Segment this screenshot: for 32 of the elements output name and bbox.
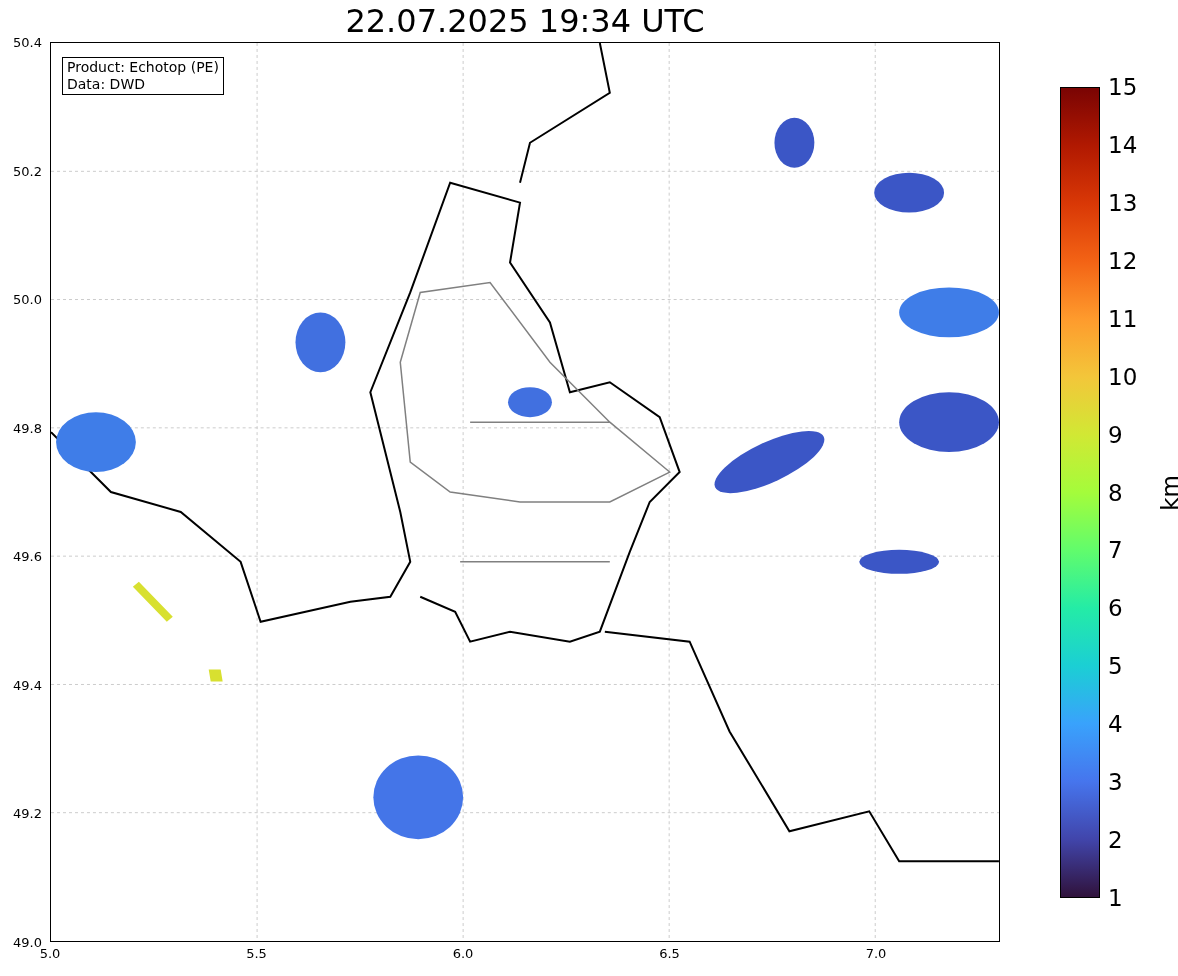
- colorbar-tick-label: 10: [1108, 363, 1138, 390]
- colorbar-tick-label: 8: [1108, 479, 1123, 506]
- x-tick-label: 5.5: [246, 946, 267, 961]
- colorbar-tick-label: 5: [1108, 653, 1123, 680]
- y-tick-label: 50.2: [13, 163, 42, 179]
- colorbar-tick-label: 7: [1108, 537, 1123, 564]
- y-tick-label: 49.4: [13, 677, 42, 693]
- colorbar-label: km: [1156, 475, 1178, 511]
- colorbar-tick-label: 3: [1108, 769, 1123, 796]
- y-tick-label: 49.6: [13, 548, 42, 564]
- y-tick-label: 49.2: [13, 805, 42, 821]
- colorbar-tick-label: 4: [1108, 711, 1123, 738]
- x-tick-label: 6.0: [452, 946, 474, 961]
- colorbar-tick-label: 12: [1108, 247, 1138, 274]
- colorbar-tick-label: 2: [1108, 827, 1123, 854]
- legend-text: Product: Echotop (PE): [67, 59, 219, 76]
- y-tick-label: 50.0: [13, 291, 42, 307]
- colorbar-tick-label: 13: [1108, 189, 1138, 216]
- chart-title: 22.07.2025 19:34 UTC: [345, 2, 705, 40]
- x-tick-label: 7.0: [865, 946, 887, 961]
- y-tick-label: 49.8: [13, 420, 42, 436]
- colorbar-tick-label: 9: [1108, 421, 1123, 448]
- y-tick-label: 49.0: [13, 934, 42, 950]
- colorbar-tick-label: 1: [1108, 885, 1123, 911]
- legend-text: Data: DWD: [67, 76, 146, 93]
- colorbar-tick-label: 11: [1108, 305, 1138, 332]
- y-tick-label: 50.4: [13, 34, 42, 50]
- colorbar-tick-label: 14: [1108, 131, 1138, 158]
- colorbar-tick-label: 6: [1108, 595, 1123, 622]
- x-tick-label: 6.5: [659, 946, 680, 961]
- x-tick-label: 5.0: [39, 946, 61, 961]
- colorbar-tick-label: 15: [1108, 74, 1138, 100]
